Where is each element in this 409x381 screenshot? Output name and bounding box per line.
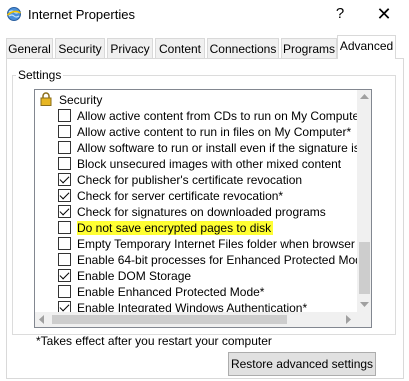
setting-checkbox[interactable] (58, 141, 71, 154)
scrollbar-corner (357, 312, 371, 327)
setting-checkbox[interactable] (58, 285, 71, 298)
setting-label: Block unsecured images with other mixed … (77, 157, 342, 171)
restore-advanced-settings-button[interactable]: Restore advanced settings (228, 352, 376, 376)
setting-checkbox[interactable] (58, 157, 71, 170)
setting-label: Empty Temporary Internet Files folder wh… (77, 237, 357, 251)
setting-row[interactable]: Check for publisher's certificate revoca… (35, 172, 357, 188)
setting-label: Check for publisher's certificate revoca… (77, 173, 303, 187)
setting-label: Allow active content to run in files on … (77, 125, 352, 139)
scroll-up-arrow-icon[interactable] (360, 94, 369, 100)
setting-checkbox[interactable] (58, 109, 71, 122)
settings-list[interactable]: Security Allow active content from CDs t… (34, 89, 372, 328)
setting-row[interactable]: Enable Enhanced Protected Mode* (35, 284, 357, 300)
setting-row[interactable]: Enable DOM Storage (35, 268, 357, 284)
setting-checkbox[interactable] (58, 301, 71, 312)
tab-connections[interactable]: Connections (207, 38, 279, 58)
scroll-down-arrow-icon[interactable] (360, 302, 369, 308)
tab-content[interactable]: Content (155, 38, 205, 58)
setting-row[interactable]: Check for signatures on downloaded progr… (35, 204, 357, 220)
setting-row[interactable]: Allow active content to run in files on … (35, 124, 357, 140)
restart-note: *Takes effect after you restart your com… (36, 334, 272, 348)
setting-checkbox[interactable] (58, 173, 71, 186)
setting-checkbox[interactable] (58, 189, 71, 202)
settings-list-content: Security Allow active content from CDs t… (35, 90, 357, 312)
setting-row[interactable]: Enable Integrated Windows Authentication… (35, 300, 357, 312)
help-button[interactable]: ? (327, 0, 353, 28)
setting-row[interactable]: Check for server certificate revocation* (35, 188, 357, 204)
setting-row[interactable]: Enable 64-bit processes for Enhanced Pro… (35, 252, 357, 268)
title-bar: Internet Properties ? ✕ (0, 0, 409, 30)
vertical-scrollbar[interactable] (357, 90, 371, 312)
setting-checkbox[interactable] (58, 237, 71, 250)
setting-label: Enable Enhanced Protected Mode* (77, 285, 265, 299)
setting-label: Enable DOM Storage (77, 269, 192, 283)
setting-row[interactable]: Allow software to run or install even if… (35, 140, 357, 156)
tab-strip: General Security Privacy Content Connect… (6, 35, 406, 59)
horizontal-scroll-thumb[interactable] (52, 315, 287, 324)
setting-label: Allow active content from CDs to run on … (77, 109, 357, 123)
setting-row[interactable]: Block unsecured images with other mixed … (35, 156, 357, 172)
tab-programs[interactable]: Programs (281, 38, 337, 58)
setting-checkbox[interactable] (58, 125, 71, 138)
setting-label: Do not save encrypted pages to disk (77, 221, 274, 235)
setting-label: Check for signatures on downloaded progr… (77, 205, 326, 219)
lock-icon (40, 92, 52, 106)
setting-row[interactable]: Allow active content from CDs to run on … (35, 108, 357, 124)
tab-general[interactable]: General (6, 38, 53, 58)
horizontal-scrollbar[interactable] (35, 312, 357, 327)
window-title: Internet Properties (28, 7, 135, 22)
setting-row[interactable]: Empty Temporary Internet Files folder wh… (35, 236, 357, 252)
setting-label: Enable Integrated Windows Authentication… (77, 301, 308, 312)
setting-label: Check for server certificate revocation* (77, 189, 284, 203)
tab-advanced[interactable]: Advanced (337, 35, 396, 59)
category-label: Security (59, 93, 103, 107)
settings-group-label: Settings (16, 68, 64, 82)
setting-checkbox[interactable] (58, 253, 71, 266)
setting-row-highlighted[interactable]: Do not save encrypted pages to disk (35, 220, 357, 236)
category-row: Security (35, 92, 357, 108)
vertical-scroll-thumb[interactable] (359, 242, 370, 294)
close-button[interactable]: ✕ (366, 0, 402, 28)
tab-privacy[interactable]: Privacy (107, 38, 153, 58)
setting-checkbox[interactable] (58, 269, 71, 282)
setting-checkbox[interactable] (58, 221, 71, 234)
setting-checkbox[interactable] (58, 205, 71, 218)
setting-label: Allow software to run or install even if… (77, 141, 357, 155)
tab-security[interactable]: Security (55, 38, 105, 58)
scroll-right-arrow-icon[interactable] (346, 315, 352, 324)
setting-label: Enable 64-bit processes for Enhanced Pro… (77, 253, 357, 267)
scroll-left-arrow-icon[interactable] (39, 315, 45, 324)
internet-globe-icon (6, 7, 21, 21)
